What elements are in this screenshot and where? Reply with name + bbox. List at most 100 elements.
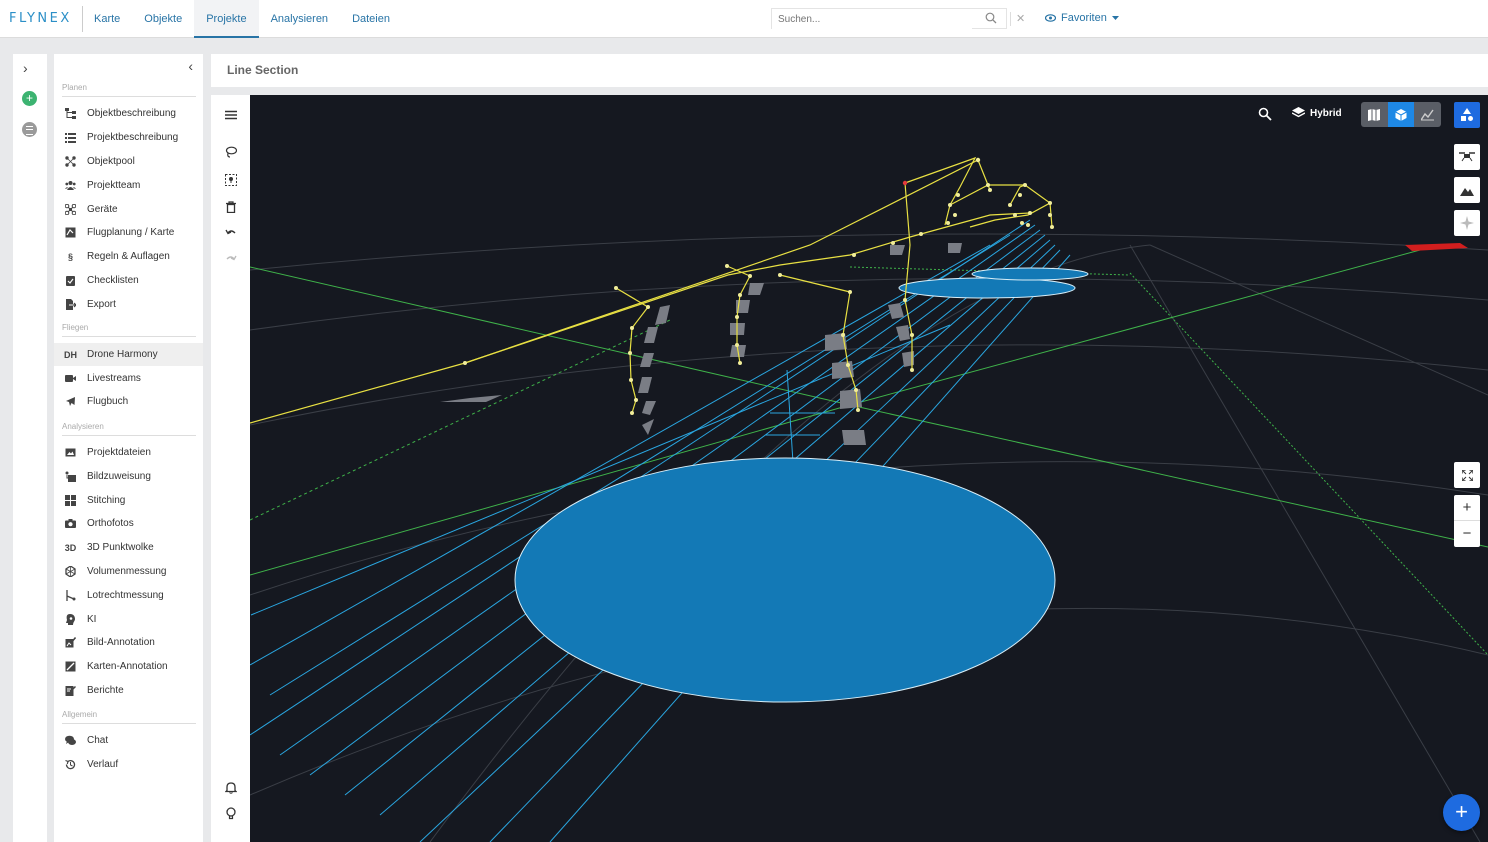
sidebar-item-projektteam[interactable]: Projektteam [54, 174, 203, 197]
camera-disc-large[interactable] [514, 457, 1056, 703]
sidebar-item-ki[interactable]: KI [54, 608, 203, 631]
sidebar-item-objektbeschreibung[interactable]: Objektbeschreibung [54, 102, 203, 125]
section-title-analysieren: Analysieren [62, 422, 104, 431]
sidebar-item-flugplanung[interactable]: Flugplanung / Karte [54, 221, 203, 244]
top-bar: FLYNEX Karte Objekte Projekte Analysiere… [0, 0, 1488, 38]
menu-circle-icon[interactable] [22, 122, 37, 137]
sidebar-item-bild-annotation[interactable]: Bild-Annotation [54, 631, 203, 654]
terrain-button[interactable] [1454, 177, 1480, 203]
sidebar-item-berichte[interactable]: Berichte [54, 679, 203, 702]
terrain-view-button[interactable] [1414, 102, 1441, 127]
layers-icon [1292, 107, 1305, 118]
caret-down-icon [1111, 15, 1119, 20]
favorites-dropdown[interactable]: Favoriten [1045, 12, 1119, 24]
plane-icon [54, 396, 87, 407]
app-logo[interactable]: FLYNEX [9, 11, 72, 26]
sidebar-item-regeln[interactable]: § Regeln & Auflagen [54, 245, 203, 268]
3d-viewport[interactable]: Hybrid + − [250, 95, 1488, 842]
left-rail: › + [13, 54, 47, 842]
sidebar-item-volumenmessung[interactable]: Volumenmessung [54, 560, 203, 583]
map-annotate-icon [54, 661, 87, 672]
nav-dateien[interactable]: Dateien [340, 0, 402, 38]
layer-selector[interactable]: Hybrid [1292, 107, 1342, 119]
drawing-toolbar [211, 95, 250, 842]
main-header: Line Section [211, 54, 1488, 87]
trash-icon[interactable] [225, 201, 238, 214]
sidebar-item-lotrechtmessung[interactable]: Lotrechtmessung [54, 584, 203, 607]
sidebar-item-chat[interactable]: Chat [54, 729, 203, 752]
menu-icon[interactable] [225, 109, 238, 122]
mountain-icon [1460, 187, 1474, 196]
add-circle-icon[interactable]: + [22, 91, 37, 106]
3d-view-button[interactable] [1387, 102, 1415, 127]
select-area-icon[interactable] [225, 174, 238, 187]
search-icon[interactable] [985, 12, 997, 24]
collapse-chevron-icon[interactable]: ‹ [188, 58, 193, 74]
nav-analysieren[interactable]: Analysieren [259, 0, 340, 38]
drone-view-button[interactable] [1454, 144, 1480, 170]
zoom-out-button[interactable]: − [1454, 521, 1480, 547]
favorites-label: Favoriten [1061, 12, 1107, 24]
compass-button[interactable] [1454, 210, 1480, 236]
add-fab-button[interactable]: + [1443, 794, 1480, 831]
main-nav: Karte Objekte Projekte Analysieren Datei… [82, 0, 402, 38]
map-search-icon[interactable] [1258, 107, 1272, 121]
sidebar-item-checklisten[interactable]: Checklisten [54, 269, 203, 292]
section-divider [62, 435, 196, 436]
start-waypoint [902, 180, 908, 186]
section-title-planen: Planen [62, 83, 87, 92]
sidebar-item-flugbuch[interactable]: Flugbuch [54, 390, 203, 413]
compass-icon [1460, 216, 1474, 230]
list-icon [54, 132, 87, 144]
sidebar-item-export[interactable]: Export [54, 293, 203, 316]
camera-disc-medium[interactable] [898, 277, 1076, 299]
nav-projekte[interactable]: Projekte [194, 0, 259, 38]
image-assign-icon [54, 471, 87, 483]
sidebar-item-3d-punktwolke[interactable]: 3D 3D Punktwolke [54, 536, 203, 559]
search-box [771, 8, 1007, 29]
sidebar-item-verlauf[interactable]: Verlauf [54, 753, 203, 776]
map-plan-icon [54, 227, 87, 238]
drone-icon [1459, 152, 1475, 162]
camera-disc-small[interactable] [971, 267, 1089, 281]
export-icon [54, 299, 87, 311]
sidebar-item-projektdateien[interactable]: Projektdateien [54, 441, 203, 464]
volume-icon [54, 565, 87, 578]
clear-icon[interactable]: ✕ [1016, 12, 1025, 25]
eye-icon [1045, 14, 1056, 22]
project-sidebar: ‹ Planen Objektbeschreibung Projektbesch… [54, 54, 203, 842]
sidebar-item-geraete[interactable]: Geräte [54, 198, 203, 221]
3d-icon: 3D [64, 542, 77, 553]
sidebar-item-projektbeschreibung[interactable]: Projektbeschreibung [54, 126, 203, 149]
redo-icon[interactable] [225, 253, 238, 266]
lasso-icon[interactable] [225, 146, 238, 159]
sidebar-item-objektpool[interactable]: Objektpool [54, 150, 203, 173]
paragraph-icon: § [67, 251, 73, 262]
plumb-icon [54, 590, 87, 602]
zoom-in-button[interactable]: + [1454, 495, 1480, 521]
nav-objekte[interactable]: Objekte [132, 0, 194, 38]
sidebar-item-livestreams[interactable]: Livestreams [54, 367, 203, 390]
drone-harmony-button[interactable] [1454, 102, 1480, 128]
sidebar-item-orthofotos[interactable]: Orthofotos [54, 512, 203, 535]
drone-icon [54, 203, 87, 216]
map-view-button[interactable] [1361, 102, 1388, 127]
sidebar-item-stitching[interactable]: Stitching [54, 489, 203, 512]
fullscreen-button[interactable] [1454, 462, 1480, 488]
expand-chevron-icon[interactable]: › [23, 60, 28, 76]
lightbulb-icon[interactable] [225, 807, 238, 820]
cube-icon [1395, 108, 1407, 121]
nav-karte[interactable]: Karte [82, 0, 132, 38]
section-divider [62, 336, 196, 337]
sidebar-item-drone-harmony[interactable]: DH Drone Harmony [54, 343, 203, 366]
sidebar-item-bildzuweisung[interactable]: Bildzuweisung [54, 465, 203, 488]
search-input[interactable] [772, 10, 972, 29]
report-icon [54, 685, 87, 697]
section-title-allgemein: Allgemein [62, 710, 98, 719]
3d-scene[interactable] [250, 95, 1488, 842]
search-divider [1010, 12, 1011, 26]
sidebar-item-karten-annotation[interactable]: Karten-Annotation [54, 655, 203, 678]
dh-icon: DH [64, 349, 77, 360]
bell-icon[interactable] [224, 781, 238, 794]
undo-icon[interactable] [225, 227, 238, 240]
